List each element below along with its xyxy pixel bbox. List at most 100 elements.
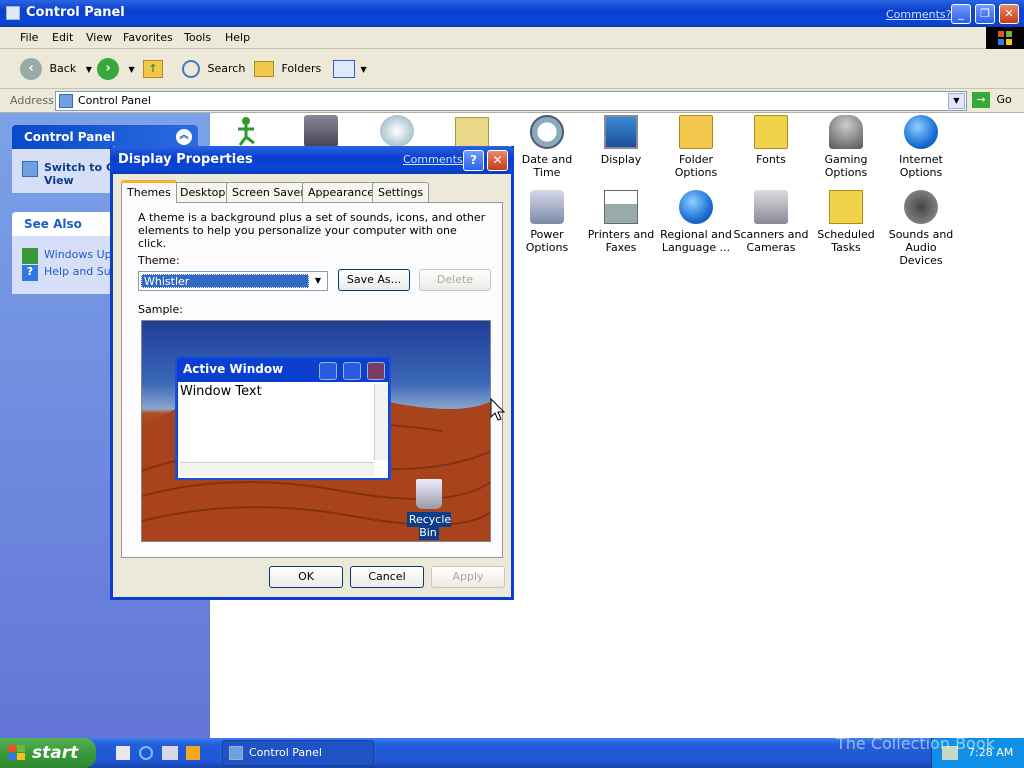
taskbar-item-control-panel[interactable]: Control Panel (222, 740, 374, 766)
menu-view[interactable]: View (86, 31, 112, 44)
dialog-comments-link[interactable]: Comments? (403, 153, 468, 166)
add-hardware-icon[interactable] (304, 115, 338, 147)
add-remove-programs-icon[interactable] (380, 115, 414, 147)
cp-item-label: Internet Options (899, 153, 943, 179)
window-title: Control Panel (26, 5, 125, 20)
cp-item-regional-and-language[interactable]: Regional and Language ... (657, 190, 735, 254)
views-button[interactable]: ▼ (333, 58, 367, 80)
address-value: Control Panel (78, 94, 151, 107)
cp-item-label: Gaming Options (824, 153, 868, 179)
comments-link[interactable]: Comments? (886, 8, 951, 21)
go-button[interactable]: → Go (972, 92, 1012, 110)
start-button[interactable]: start (0, 738, 96, 768)
sample-active-window: Active Window Window Text (175, 356, 391, 480)
display-properties-dialog: Display Properties Comments? ? ✕ Themes … (110, 146, 514, 600)
menu-help[interactable]: Help (225, 31, 250, 44)
cp-item-fonts[interactable]: Fonts (732, 115, 810, 166)
back-label: Back (49, 62, 77, 75)
sample-recycle-bin: Recycle Bin (398, 479, 460, 540)
recycle-bin-icon (416, 479, 442, 509)
address-label: Address (10, 94, 54, 107)
delete-button[interactable]: Delete (419, 269, 491, 291)
minimize-icon (319, 362, 337, 380)
search-button[interactable]: Search (182, 58, 245, 80)
close-button[interactable]: ✕ (999, 4, 1019, 24)
cp-item-label: Scheduled Tasks (817, 228, 875, 254)
up-folder-button[interactable]: ↑ (143, 58, 163, 80)
tab-screen-saver[interactable]: Screen Saver (226, 182, 311, 202)
menu-favorites[interactable]: Favorites (123, 31, 173, 44)
control-panel-icon (59, 94, 73, 108)
menu-tools[interactable]: Tools (184, 31, 211, 44)
save-as-button[interactable]: Save As... (338, 269, 410, 291)
cp-item-label: Scanners and Cameras (733, 228, 809, 254)
media-player-icon[interactable] (186, 746, 200, 760)
sample-horizontal-scrollbar (180, 462, 374, 476)
internet-explorer-icon[interactable] (139, 746, 153, 760)
help-button[interactable]: ? (463, 150, 484, 171)
apply-button[interactable]: Apply (431, 566, 505, 588)
cp-item-printers-and-faxes[interactable]: Printers and Faxes (582, 190, 660, 254)
menu-bar: File Edit View Favorites Tools Help (0, 27, 1024, 49)
cp-item-label: Regional and Language ... (660, 228, 732, 254)
address-dropdown-button[interactable]: ▼ (948, 93, 965, 109)
ok-button[interactable]: OK (269, 566, 343, 588)
forward-arrow-icon: › (97, 58, 119, 80)
chevron-down-icon: ▼ (360, 65, 367, 74)
dialog-titlebar[interactable]: Display Properties Comments? ? ✕ (110, 146, 514, 174)
folder-icon (679, 115, 713, 149)
window-titlebar[interactable]: Control Panel Comments? _ ❐ ✕ (0, 0, 1024, 27)
cancel-button[interactable]: Cancel (350, 566, 424, 588)
chevron-down-icon[interactable]: ▼ (310, 273, 326, 289)
joystick-icon (829, 115, 863, 149)
mouse-cursor-icon (490, 398, 506, 421)
minimize-button[interactable]: _ (951, 4, 971, 24)
globe-icon (679, 190, 713, 224)
go-arrow-icon: → (972, 92, 990, 108)
globe-icon (904, 115, 938, 149)
scanner-icon (754, 190, 788, 224)
cp-item-scheduled-tasks[interactable]: Scheduled Tasks (807, 190, 885, 254)
scheduled-tasks-icon (829, 190, 863, 224)
tab-themes[interactable]: Themes (121, 180, 177, 203)
toolbar: ‹ Back ▼ › ▼ ↑ Search Folders ▼ (0, 49, 1024, 89)
theme-select[interactable]: Whistler ▼ (138, 271, 328, 291)
cp-item-display[interactable]: Display (582, 115, 660, 166)
tab-appearance[interactable]: Appearance (302, 182, 381, 202)
menu-edit[interactable]: Edit (52, 31, 73, 44)
cp-item-label: Folder Options (674, 153, 718, 179)
cp-item-power-options[interactable]: Power Options (508, 190, 586, 254)
dialog-close-button[interactable]: ✕ (487, 150, 508, 171)
tab-desktop[interactable]: Desktop (174, 182, 232, 202)
back-button[interactable]: ‹ Back ▼ (20, 58, 92, 80)
forward-button[interactable]: › ▼ (97, 58, 135, 80)
address-input[interactable]: Control Panel (55, 91, 967, 111)
cp-item-label: Display (600, 153, 642, 166)
administrative-tools-icon[interactable] (455, 117, 489, 147)
chevron-down-icon[interactable]: ▼ (129, 65, 135, 74)
close-icon (367, 362, 385, 380)
show-desktop-icon[interactable] (116, 746, 130, 760)
restore-button[interactable]: ❐ (975, 4, 995, 24)
cp-item-date-and-time[interactable]: Date and Time (508, 115, 586, 179)
dialog-title: Display Properties (118, 152, 253, 167)
cp-item-label: Printers and Faxes (587, 228, 655, 254)
printer-icon (604, 190, 638, 224)
cp-item-folder-options[interactable]: Folder Options (657, 115, 735, 179)
menu-file[interactable]: File (20, 31, 38, 44)
cp-item-sounds-and-audio-devices[interactable]: Sounds and Audio Devices (882, 190, 960, 267)
views-icon (333, 60, 355, 78)
outlook-express-icon[interactable] (162, 746, 178, 760)
chevron-down-icon[interactable]: ▼ (86, 65, 92, 74)
help-icon: ? (22, 265, 38, 281)
sample-window-text: Window Text (180, 384, 262, 399)
folders-label: Folders (281, 62, 322, 75)
accessibility-icon[interactable] (230, 115, 262, 147)
back-arrow-icon: ‹ (20, 58, 42, 80)
cp-item-gaming-options[interactable]: Gaming Options (807, 115, 885, 179)
tab-settings[interactable]: Settings (372, 182, 430, 202)
cp-item-internet-options[interactable]: Internet Options (882, 115, 960, 179)
folders-button[interactable]: Folders (254, 58, 321, 80)
collapse-icon[interactable]: ︽ (176, 129, 192, 145)
cp-item-scanners-and-cameras[interactable]: Scanners and Cameras (732, 190, 810, 254)
